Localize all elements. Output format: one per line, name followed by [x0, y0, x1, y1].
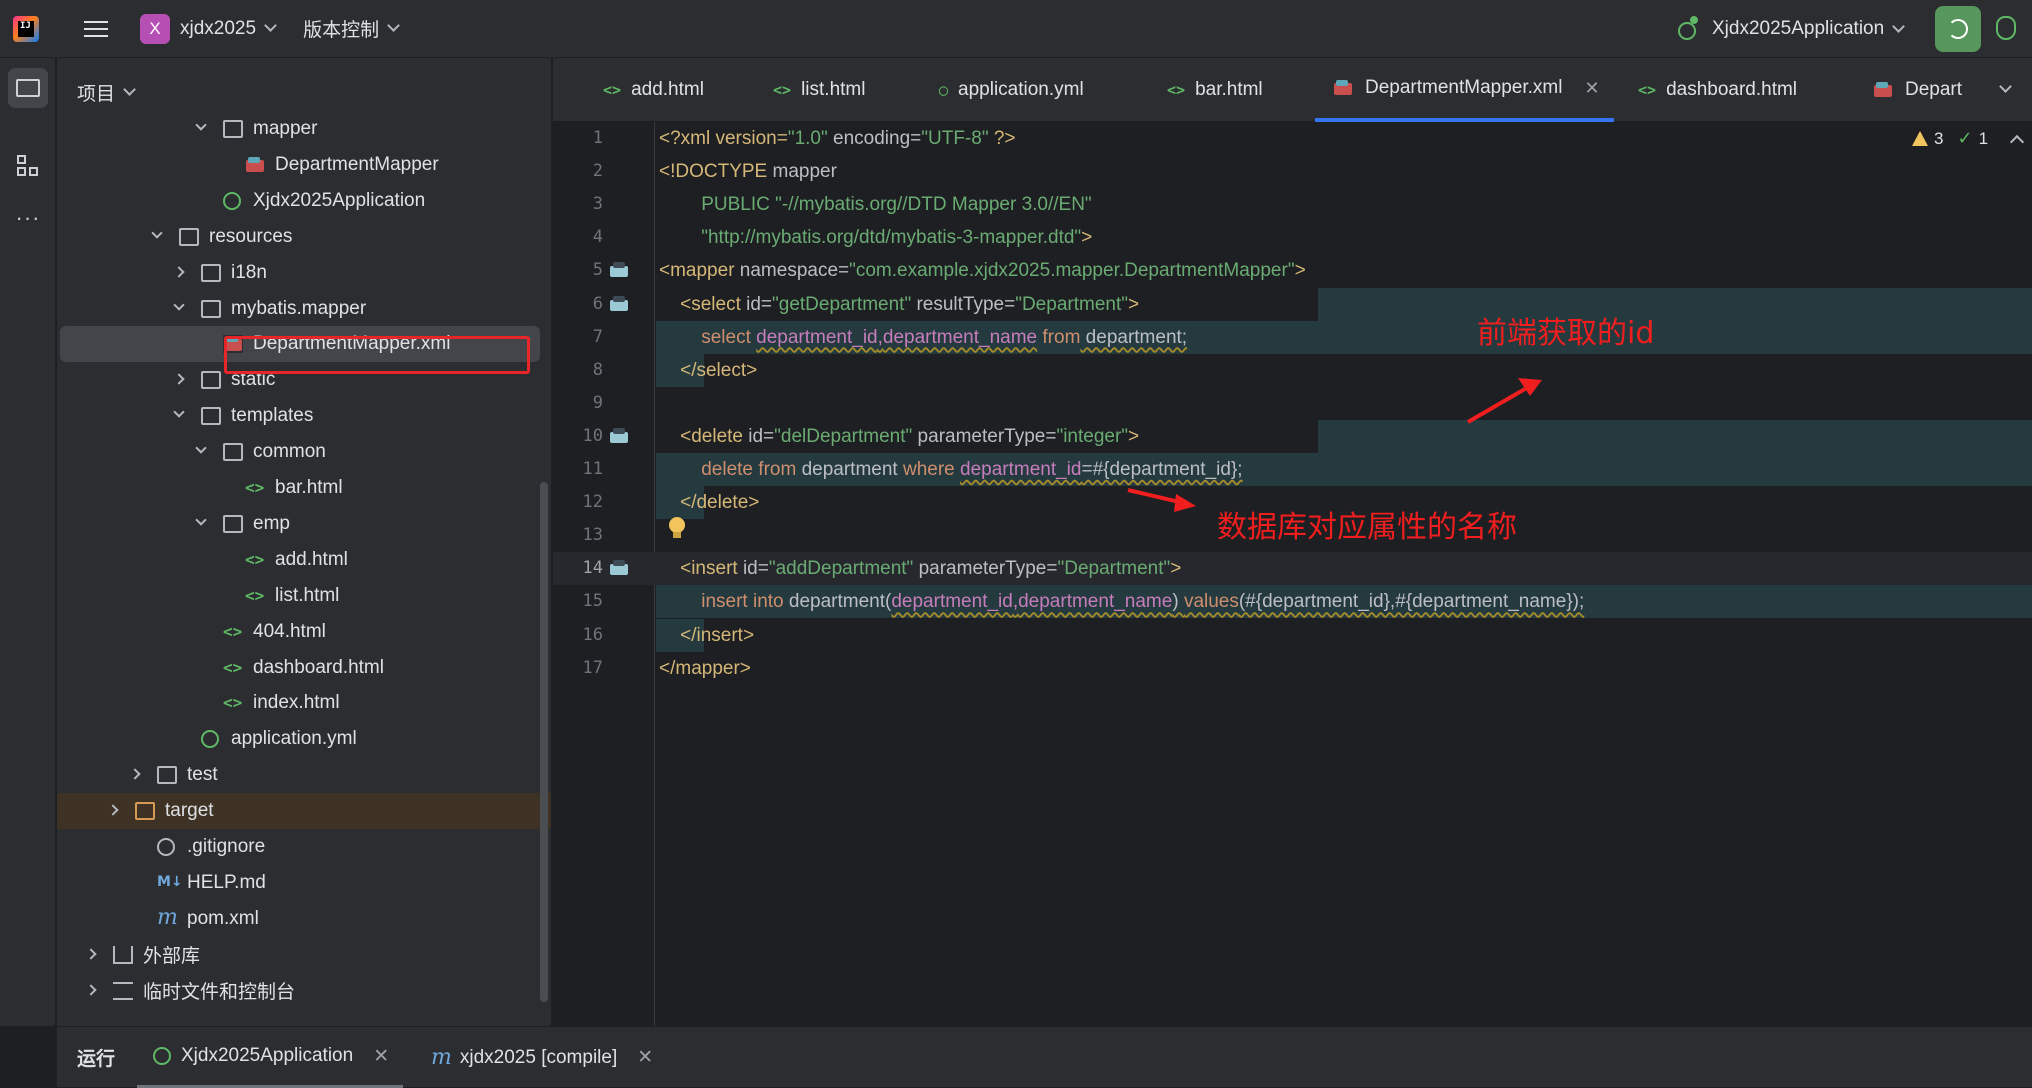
close-icon[interactable]: ✕	[637, 1046, 653, 1069]
run-tab-label: Xjdx2025Application	[181, 1045, 354, 1066]
run-tab-application[interactable]: Xjdx2025Application ✕	[137, 1027, 404, 1088]
maven-icon: m	[431, 1045, 452, 1070]
close-icon[interactable]: ✕	[373, 1045, 389, 1068]
run-tab-compile[interactable]: m xjdx2025 [compile] ✕	[431, 1027, 653, 1088]
run-label[interactable]: 运行	[77, 1027, 115, 1088]
annotation-arrows	[1127, 378, 1542, 512]
run-tab-label: xjdx2025 [compile]	[459, 1046, 618, 1068]
annotation-arrow-right	[1127, 488, 1196, 512]
spring-boot-run-icon	[153, 1047, 171, 1065]
run-tool-window-bar: 运行 Xjdx2025Application ✕ m xjdx2025 [com…	[57, 1026, 2032, 1088]
annotation-arrow-up	[1466, 378, 1542, 424]
